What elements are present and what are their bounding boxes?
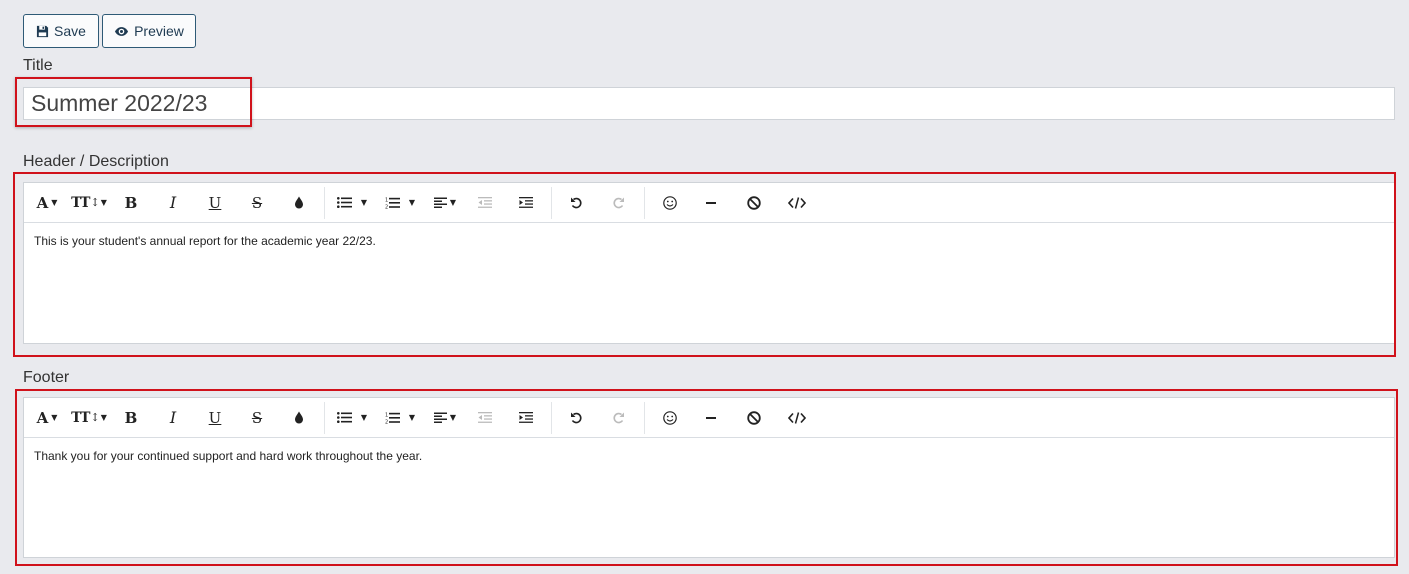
bullet-list-icon[interactable]: ▼ [329, 188, 375, 218]
preview-button[interactable]: Preview [102, 14, 196, 48]
footer-editor-content[interactable]: Thank you for your continued support and… [24, 438, 1394, 474]
indent-icon[interactable] [505, 403, 547, 433]
header-editor-toolbar: A ▼ TT ↕ ▼ B I U S ▼ 1 2 ▼ ▼ [24, 183, 1394, 223]
save-button-label: Save [54, 23, 86, 39]
clear-format-icon[interactable] [731, 403, 777, 433]
header-editor-content[interactable]: This is your student's annual report for… [24, 223, 1394, 259]
svg-text:1: 1 [385, 412, 388, 418]
numbered-list-icon[interactable]: 1 2 ▼ [375, 403, 425, 433]
eye-icon [114, 26, 129, 37]
title-label: Title [23, 57, 53, 74]
font-size-icon[interactable]: TT ↕ ▼ [68, 188, 110, 218]
emoji-icon[interactable] [649, 403, 691, 433]
color-drop-icon[interactable] [278, 403, 320, 433]
clear-format-icon[interactable] [731, 188, 777, 218]
preview-button-label: Preview [134, 23, 184, 39]
bullet-list-icon[interactable]: ▼ [329, 403, 375, 433]
bold-icon[interactable]: B [110, 403, 152, 433]
font-icon[interactable]: A ▼ [26, 188, 68, 218]
bold-icon[interactable]: B [110, 188, 152, 218]
title-input[interactable] [23, 87, 1395, 120]
emoji-icon[interactable] [649, 188, 691, 218]
undo-icon[interactable] [556, 188, 596, 218]
header-description-label: Header / Description [23, 153, 169, 170]
color-drop-icon[interactable] [278, 188, 320, 218]
outdent-icon[interactable] [465, 403, 505, 433]
align-icon[interactable]: ▼ [425, 188, 465, 218]
redo-icon[interactable] [596, 403, 640, 433]
font-size-icon[interactable]: TT ↕ ▼ [68, 403, 110, 433]
align-icon[interactable]: ▼ [425, 403, 465, 433]
svg-text:2: 2 [385, 204, 388, 209]
code-view-icon[interactable] [777, 188, 817, 218]
svg-text:2: 2 [385, 419, 388, 424]
numbered-list-icon[interactable]: 1 2 ▼ [375, 188, 425, 218]
code-view-icon[interactable] [777, 403, 817, 433]
redo-icon[interactable] [596, 188, 640, 218]
save-icon [36, 25, 49, 38]
underline-icon[interactable]: U [194, 403, 236, 433]
footer-editor[interactable]: A ▼ TT ↕ ▼ B I U S ▼ 1 2 ▼ ▼ Thank you for yo… [23, 397, 1395, 558]
svg-text:1: 1 [385, 197, 388, 203]
underline-icon[interactable]: U [194, 188, 236, 218]
footer-editor-toolbar: A ▼ TT ↕ ▼ B I U S ▼ 1 2 ▼ ▼ [24, 398, 1394, 438]
horizontal-rule-icon[interactable] [691, 188, 731, 218]
strikethrough-icon[interactable]: S [236, 403, 278, 433]
italic-icon[interactable]: I [152, 188, 194, 218]
indent-icon[interactable] [505, 188, 547, 218]
italic-icon[interactable]: I [152, 403, 194, 433]
horizontal-rule-icon[interactable] [691, 403, 731, 433]
strikethrough-icon[interactable]: S [236, 188, 278, 218]
header-editor[interactable]: A ▼ TT ↕ ▼ B I U S ▼ 1 2 ▼ ▼ This is your stu… [23, 182, 1395, 344]
save-button[interactable]: Save [23, 14, 99, 48]
undo-icon[interactable] [556, 403, 596, 433]
font-icon[interactable]: A ▼ [26, 403, 68, 433]
footer-label: Footer [23, 369, 70, 386]
outdent-icon[interactable] [465, 188, 505, 218]
